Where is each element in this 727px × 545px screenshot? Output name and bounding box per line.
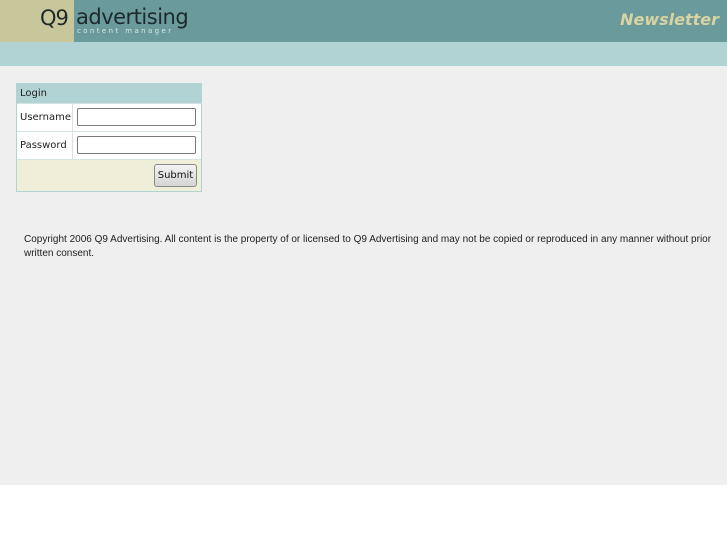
logo-subtitle: content manager [77, 27, 174, 35]
copyright-text: Copyright 2006 Q9 Advertising. All conte… [24, 234, 712, 259]
login-heading: Login [17, 84, 201, 103]
password-row: Password [17, 131, 201, 159]
header-bar: Q9 advertising content manager Newslette… [0, 0, 727, 42]
username-row: Username [17, 103, 201, 131]
logo-q9-text: Q9 [40, 6, 69, 30]
logo-advertising-text: advertising [76, 5, 189, 29]
username-input[interactable] [77, 108, 196, 126]
sub-header-bar [0, 42, 727, 66]
password-label: Password [17, 132, 73, 159]
password-cell [73, 132, 201, 159]
username-label: Username [17, 104, 73, 131]
submit-row: Submit [17, 159, 201, 191]
password-input[interactable] [77, 136, 196, 154]
submit-button[interactable]: Submit [154, 164, 197, 187]
main-content: Login Username Password Submit Copyright… [0, 66, 727, 485]
username-cell [73, 104, 201, 131]
login-form: Login Username Password Submit [16, 83, 202, 192]
page: Q9 advertising content manager Newslette… [0, 0, 727, 545]
section-title: Newsletter [620, 10, 719, 29]
